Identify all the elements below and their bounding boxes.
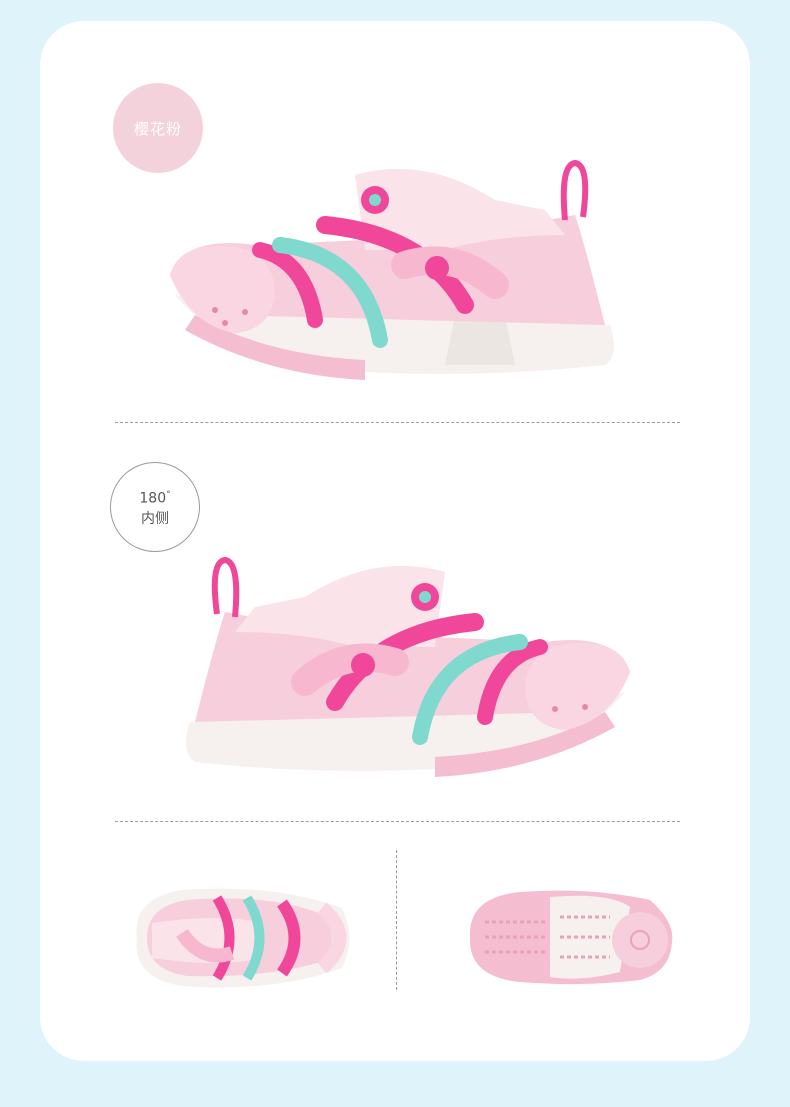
angle-degrees: 180 <box>139 490 167 507</box>
sandal-outer-side-image <box>170 159 614 380</box>
section-divider <box>115 422 680 423</box>
degree-mark: ° <box>166 490 171 501</box>
sandal-inner-side-image <box>186 556 630 777</box>
angle-badge: 180° 内侧 <box>110 462 200 552</box>
angle-label: 内侧 <box>141 510 169 527</box>
sandal-top-view-image <box>136 888 350 988</box>
angle-value: 180° <box>139 485 170 509</box>
color-name-label: 樱花粉 <box>133 119 182 138</box>
section-divider <box>115 821 680 822</box>
column-divider <box>396 850 397 990</box>
sandal-sole-view-image <box>469 890 673 985</box>
